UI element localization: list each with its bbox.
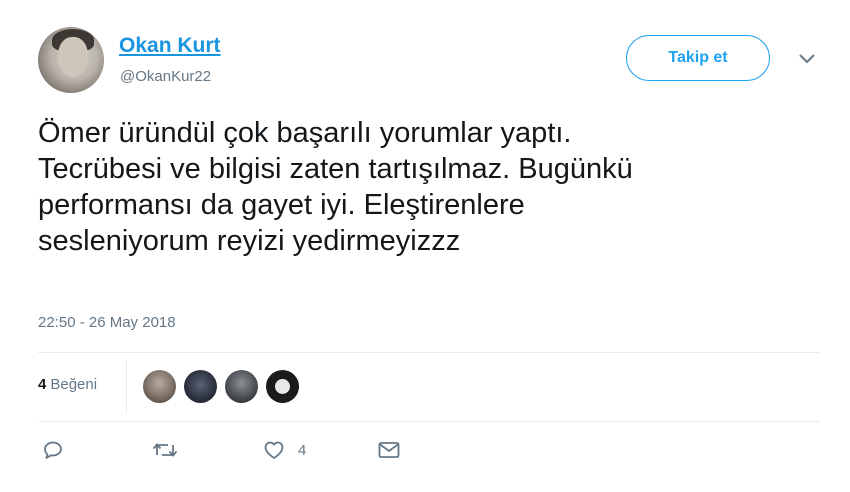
divider bbox=[126, 361, 127, 414]
reply-icon bbox=[44, 441, 62, 459]
user-handle[interactable]: @OkanKur22 bbox=[120, 68, 211, 85]
likes-count: 4 bbox=[38, 376, 47, 393]
like-button[interactable]: 4 bbox=[262, 440, 377, 460]
envelope-icon bbox=[378, 442, 400, 458]
retweet-button[interactable] bbox=[152, 440, 262, 460]
tweet-line: Ömer üründül çok başarılı yorumlar yaptı… bbox=[38, 117, 572, 149]
tweet-line: sesleniyorum reyizi yedirmeyizzz bbox=[38, 225, 461, 257]
liker-avatar[interactable] bbox=[225, 370, 258, 403]
tweet-line: Tecrübesi ve bilgisi zaten tartışılmaz. … bbox=[38, 153, 633, 185]
liker-avatars bbox=[143, 370, 307, 403]
user-name[interactable]: Okan Kurt bbox=[119, 34, 221, 58]
follow-button[interactable]: Takip et bbox=[626, 35, 770, 81]
divider bbox=[38, 352, 820, 353]
tweet-actions: 4 bbox=[42, 440, 401, 460]
tweet-text: Ömer üründül çok başarılı yorumlar yaptı… bbox=[38, 115, 828, 259]
retweet-icon bbox=[152, 443, 178, 457]
tweet-timestamp[interactable]: 22:50 - 26 May 2018 bbox=[38, 314, 176, 331]
likes-label: Beğeni bbox=[50, 376, 98, 393]
like-count: 4 bbox=[298, 441, 307, 459]
liker-avatar[interactable] bbox=[184, 370, 217, 403]
direct-message-button[interactable] bbox=[377, 440, 401, 460]
reply-button[interactable] bbox=[42, 440, 152, 460]
avatar[interactable] bbox=[38, 27, 104, 93]
tweet-line: performansı da gayet iyi. Eleştirenlere bbox=[38, 189, 525, 221]
heart-icon bbox=[264, 441, 284, 459]
likes-stat[interactable]: 4 Beğeni bbox=[38, 376, 97, 393]
divider bbox=[38, 421, 820, 422]
chevron-down-icon[interactable] bbox=[797, 52, 817, 66]
liker-avatar[interactable] bbox=[143, 370, 176, 403]
liker-avatar[interactable] bbox=[266, 370, 299, 403]
